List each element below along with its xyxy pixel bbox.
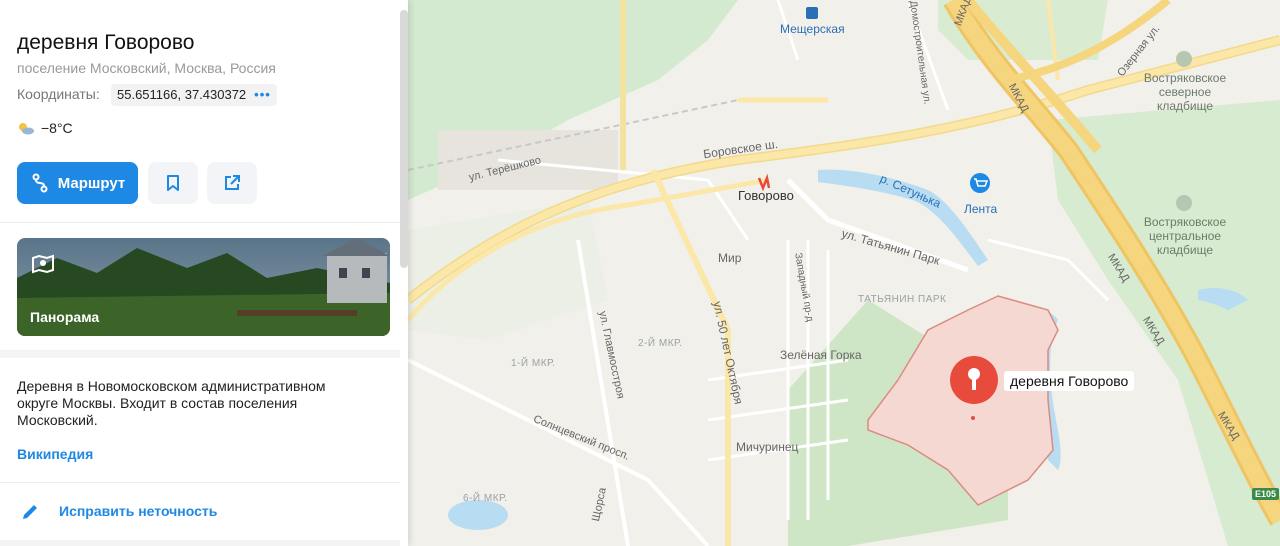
- bookmark-icon: [167, 175, 179, 191]
- map-label-vostr-north[interactable]: Востряковское северное кладбище: [1130, 71, 1240, 113]
- route-icon: [32, 173, 48, 193]
- coordinates-more-button[interactable]: •••: [254, 84, 271, 106]
- weather-temperature: −8°C: [41, 120, 73, 136]
- coordinates-box[interactable]: 55.651166, 37.430372 •••: [111, 84, 277, 106]
- route-shield-e105: E105: [1252, 488, 1280, 500]
- yandex-maps-app: Мещерская Боровское ш. ул. Терёшково Гов…: [0, 0, 1280, 546]
- divider: [0, 482, 400, 483]
- weather: −8°C: [17, 120, 73, 136]
- panorama-label: Панорама: [30, 309, 100, 325]
- panel-scrollbar[interactable]: [400, 10, 408, 268]
- place-title: деревня Говорово: [17, 31, 195, 54]
- report-error-label[interactable]: Исправить неточность: [59, 503, 217, 519]
- map-label-mkr6: 6-Й МКР.: [463, 493, 508, 504]
- place-subtitle: поселение Московский, Москва, Россия: [17, 60, 276, 76]
- coordinates-label: Координаты:: [17, 86, 100, 102]
- map-pin-label[interactable]: деревня Говорово: [1004, 371, 1135, 391]
- share-button[interactable]: [207, 162, 257, 204]
- place-description: Деревня в Новомосковском административно…: [17, 378, 326, 428]
- coordinates-value[interactable]: 55.651166, 37.430372: [117, 84, 246, 106]
- map-label-mkr1: 1-Й МКР.: [511, 358, 556, 369]
- map-label-tatyanin-district: ТАТЬЯНИН ПАРК: [858, 294, 947, 305]
- map-view[interactable]: Мещерская Боровское ш. ул. Терёшково Гов…: [408, 0, 1280, 546]
- bookmark-button[interactable]: [148, 162, 198, 204]
- route-button-label: Маршрут: [57, 174, 126, 192]
- divider: [0, 222, 400, 223]
- share-icon: [225, 175, 240, 190]
- wikipedia-link[interactable]: Википедия: [17, 446, 93, 462]
- map-label-mkr2: 2-Й МКР.: [638, 338, 683, 349]
- place-card-panel: деревня Говорово поселение Московский, М…: [0, 0, 408, 546]
- map-label-michurinets: Мичуринец: [736, 440, 799, 454]
- map-label-lenta[interactable]: Лента: [964, 202, 997, 216]
- pencil-icon: [23, 505, 37, 519]
- panorama-icon: [32, 254, 54, 274]
- train-station-icon[interactable]: [806, 7, 818, 19]
- map-label-vostr-central[interactable]: Востряковское центральное кладбище: [1130, 215, 1240, 257]
- map-label-mir: Мир: [718, 251, 742, 265]
- panorama-card[interactable]: Панорама: [17, 238, 390, 336]
- map-label-govorovo-metro[interactable]: Говорово: [738, 188, 794, 203]
- map-label-mescherskaya[interactable]: Мещерская: [780, 22, 845, 36]
- divider: [0, 350, 400, 358]
- map-label-zelenaya-gorka: Зелёная Горка: [780, 348, 862, 362]
- route-button[interactable]: Маршрут: [17, 162, 138, 204]
- partly-cloudy-icon: [19, 123, 34, 135]
- divider: [0, 540, 400, 546]
